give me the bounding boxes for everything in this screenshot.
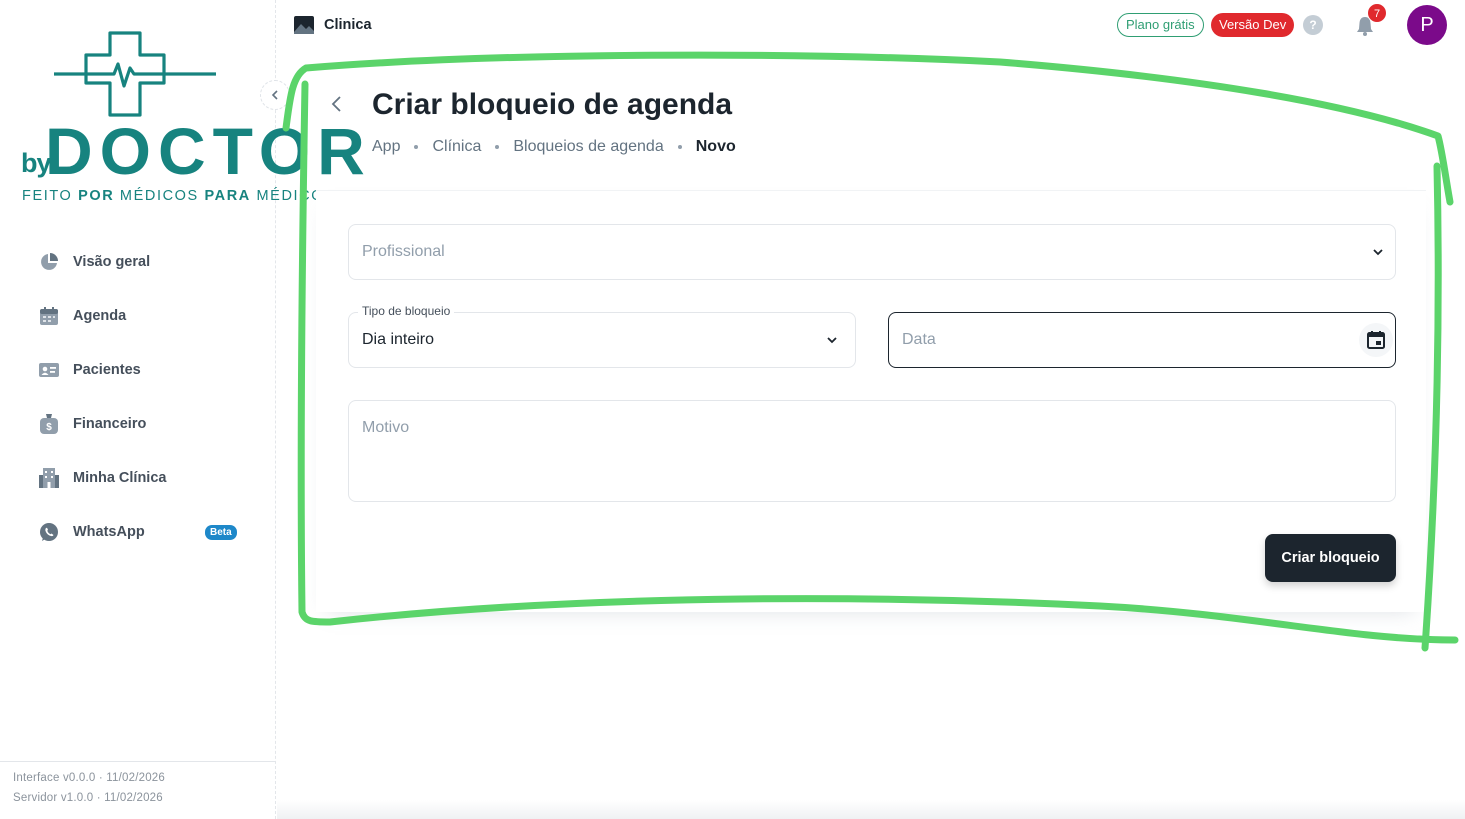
sidebar-item-agenda[interactable]: Agenda <box>24 294 252 338</box>
sidebar-item-label: Visão geral <box>73 254 151 270</box>
pie-chart-icon <box>38 251 60 273</box>
date-placeholder: Data <box>902 331 936 348</box>
breadcrumb-separator <box>677 145 682 149</box>
professional-placeholder: Profissional <box>362 243 445 260</box>
chevron-down-icon <box>1373 249 1383 256</box>
block-type-value: Dia inteiro <box>362 331 435 348</box>
page-heading: Criar bloqueio de agenda App Clínica Blo… <box>277 60 1465 190</box>
block-type-label: Tipo de bloqueio <box>358 304 455 318</box>
clinic-image-icon <box>294 16 314 34</box>
sidebar-nav: Visão geral Agenda Pacientes $ Financeir… <box>24 240 252 564</box>
building-icon <box>38 467 60 489</box>
calendar-icon <box>1367 331 1385 349</box>
medical-cross-logo-icon <box>54 31 216 117</box>
calendar-icon <box>38 305 60 327</box>
help-icon[interactable]: ? <box>1303 15 1323 35</box>
back-button[interactable] <box>325 92 349 116</box>
reason-placeholder: Motivo <box>362 419 410 436</box>
sidebar-item-whatsapp[interactable]: WhatsApp Beta <box>24 510 252 554</box>
collapse-sidebar-button[interactable] <box>260 80 290 110</box>
breadcrumb-current: Novo <box>695 138 736 155</box>
sidebar-item-minha-clinica[interactable]: Minha Clínica <box>24 456 252 500</box>
notification-count-badge: 7 <box>1367 3 1387 23</box>
breadcrumb-link-clinica[interactable]: Clínica <box>432 138 481 156</box>
sidebar-item-financeiro[interactable]: $ Financeiro <box>24 402 252 446</box>
whatsapp-icon <box>38 521 60 543</box>
bydoctor-logo[interactable]: by DOCTOR FEITO POR MÉDICOS PARA MÉDICOS <box>18 28 365 213</box>
breadcrumb: App Clínica Bloqueios de agenda Novo <box>372 138 736 156</box>
sidebar-item-label: WhatsApp <box>73 524 145 540</box>
sidebar-item-visao-geral[interactable]: Visão geral <box>24 240 252 284</box>
version-footer: Interface v0.0.0 · 11/02/2026 Servidor v… <box>0 761 275 819</box>
block-type-select[interactable]: Tipo de bloqueio Dia inteiro <box>348 304 856 368</box>
date-picker-button[interactable] <box>1359 323 1393 357</box>
chevron-left-icon <box>331 96 341 112</box>
clinic-selector[interactable]: Clinica <box>294 16 372 34</box>
user-avatar[interactable]: P <box>1407 5 1447 45</box>
clinic-name: Clinica <box>324 17 372 33</box>
breadcrumb-separator <box>495 145 500 149</box>
sidebar-item-pacientes[interactable]: Pacientes <box>24 348 252 392</box>
breadcrumb-link-app[interactable]: App <box>372 138 400 156</box>
svg-text:$: $ <box>46 422 52 433</box>
money-bag-icon: $ <box>38 413 60 435</box>
page-title: Criar bloqueio de agenda <box>372 88 733 121</box>
sidebar-item-label: Financeiro <box>73 416 147 432</box>
date-input[interactable]: Data <box>888 312 1396 368</box>
sidebar-item-label: Agenda <box>73 308 127 324</box>
chevron-left-icon <box>271 90 278 100</box>
server-version: Servidor v1.0.0 · 11/02/2026 <box>13 792 163 804</box>
breadcrumb-link-bloqueios[interactable]: Bloqueios de agenda <box>513 138 663 156</box>
logo-tagline: FEITO POR MÉDICOS PARA MÉDICOS <box>22 188 336 204</box>
dev-version-chip: Versão Dev <box>1211 13 1295 37</box>
professional-select[interactable]: Profissional <box>348 224 1396 280</box>
top-header: Clinica Plano grátis Versão Dev ? 7 P <box>277 0 1465 50</box>
sidebar-item-label: Pacientes <box>73 362 141 378</box>
sidebar-item-label: Minha Clínica <box>73 470 167 486</box>
bottom-shadow <box>277 800 1465 819</box>
chevron-down-icon <box>827 337 837 344</box>
id-card-icon <box>38 359 60 381</box>
app-root: by DOCTOR FEITO POR MÉDICOS PARA MÉDICOS… <box>0 0 1465 819</box>
plan-chip[interactable]: Plano grátis <box>1117 13 1204 37</box>
reason-textarea[interactable]: Motivo <box>348 400 1396 502</box>
create-block-button[interactable]: Criar bloqueio <box>1265 534 1396 582</box>
sidebar: by DOCTOR FEITO POR MÉDICOS PARA MÉDICOS… <box>0 0 365 819</box>
breadcrumb-separator <box>414 145 419 149</box>
interface-version: Interface v0.0.0 · 11/02/2026 <box>13 772 165 784</box>
beta-badge: Beta <box>205 525 237 540</box>
